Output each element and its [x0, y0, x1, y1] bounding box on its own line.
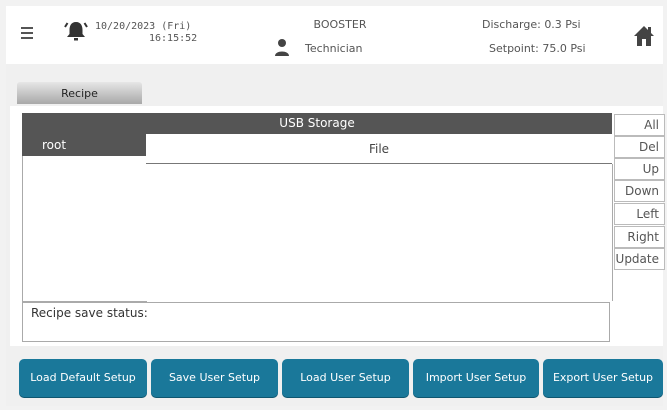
- mode-label: BOOSTER: [313, 18, 367, 31]
- setpoint-label: Setpoint:: [489, 42, 539, 55]
- load-user-setup-button[interactable]: Load User Setup: [282, 359, 409, 397]
- left-button[interactable]: Left: [614, 203, 665, 225]
- discharge-label: Discharge:: [482, 18, 541, 31]
- home-icon[interactable]: [633, 25, 655, 47]
- date-time-display: 10/20/2023 (Fri) 16:15:52: [95, 21, 205, 45]
- user-icon: [275, 39, 289, 56]
- load-default-setup-button[interactable]: Load Default Setup: [19, 359, 147, 397]
- save-user-setup-button[interactable]: Save User Setup: [151, 359, 278, 397]
- delete-button[interactable]: Del: [614, 136, 665, 158]
- discharge-value: 0.3 Psi: [544, 18, 581, 31]
- alarm-bell-icon[interactable]: [63, 19, 89, 43]
- directory-pane[interactable]: [22, 134, 147, 302]
- usb-storage-title: USB Storage: [22, 113, 612, 134]
- file-list[interactable]: [146, 164, 613, 301]
- right-button[interactable]: Right: [614, 226, 665, 248]
- recipe-save-status-box: Recipe save status:: [22, 302, 610, 342]
- up-button[interactable]: Up: [614, 158, 665, 180]
- setpoint-readout: Setpoint: 75.0 Psi: [489, 42, 586, 55]
- setpoint-value: 75.0 Psi: [542, 42, 586, 55]
- tab-recipe[interactable]: Recipe: [17, 82, 142, 104]
- import-user-setup-button[interactable]: Import User Setup: [413, 359, 539, 397]
- directory-item-root[interactable]: root: [22, 134, 146, 156]
- recipe-save-status-label: Recipe save status:: [31, 306, 148, 320]
- date-text: 10/20/2023 (Fri): [95, 21, 192, 32]
- down-button[interactable]: Down: [614, 180, 665, 202]
- all-button[interactable]: All: [614, 114, 665, 136]
- time-text: 16:15:52: [149, 33, 198, 44]
- update-button[interactable]: Update: [614, 248, 665, 270]
- menu-icon[interactable]: [21, 27, 33, 42]
- discharge-readout: Discharge: 0.3 Psi: [482, 18, 581, 31]
- user-name: Technician: [305, 42, 363, 55]
- file-column-header: File: [146, 134, 612, 164]
- export-user-setup-button[interactable]: Export User Setup: [543, 359, 663, 397]
